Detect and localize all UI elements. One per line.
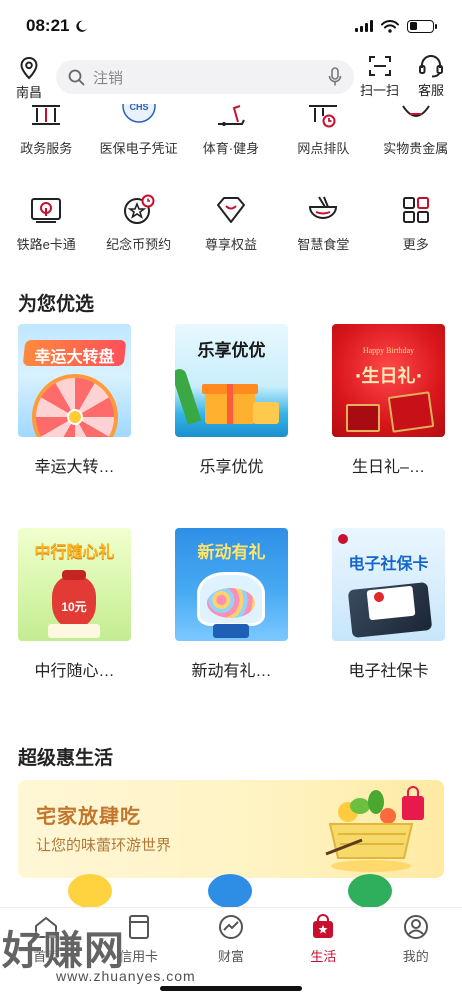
card-caption: 中行随心… bbox=[34, 663, 115, 680]
profile-icon bbox=[403, 915, 428, 939]
canteen-bowl-icon bbox=[309, 196, 338, 219]
wealth-chart-icon bbox=[218, 915, 243, 939]
life-bag-icon bbox=[313, 914, 334, 938]
service-more[interactable]: 更多 bbox=[370, 194, 462, 253]
service-government[interactable]: 政务服务 bbox=[0, 104, 92, 157]
diamond-icon bbox=[216, 197, 245, 223]
top-header: 南昌 注销 扫一扫 客服 bbox=[0, 52, 462, 102]
service-label: 实物贵金属 bbox=[383, 141, 449, 156]
recommend-card[interactable]: 中行随心礼 10元 中行随心… bbox=[18, 528, 131, 681]
location-selector[interactable]: 南昌 bbox=[0, 56, 58, 101]
card-caption: 幸运大转… bbox=[34, 459, 115, 476]
service-smart-canteen[interactable]: 智慧食堂 bbox=[277, 194, 369, 253]
card-art-text: 中行随心礼 bbox=[34, 542, 115, 561]
service-label: 客服 bbox=[418, 83, 445, 98]
xindong-gift-image: 新动有礼 bbox=[175, 528, 288, 641]
life-section-title: 超级惠生活 bbox=[18, 748, 114, 769]
service-label: 医保电子凭证 bbox=[99, 141, 178, 156]
treadmill-icon bbox=[217, 105, 245, 126]
watermark-url: www.zhuanyes.com bbox=[56, 968, 196, 984]
search-placeholder: 注销 bbox=[93, 69, 124, 87]
service-label: 体育·健身 bbox=[202, 141, 260, 156]
card-caption: 新动有礼… bbox=[191, 663, 272, 680]
scan-button[interactable]: 扫一扫 bbox=[360, 54, 399, 99]
service-label: 纪念币预约 bbox=[106, 237, 172, 252]
service-label: 网点排队 bbox=[297, 141, 350, 156]
service-label: 铁路e卡通 bbox=[16, 237, 76, 252]
more-grid-icon bbox=[402, 197, 429, 223]
commemorative-coin-icon bbox=[123, 194, 155, 224]
service-precious-metal[interactable]: 实物贵金属 bbox=[370, 104, 462, 157]
promo-banner[interactable]: 宅家放肆吃 让您的味蕾环游世界 bbox=[18, 780, 444, 878]
card-caption: 乐享优优 bbox=[199, 459, 264, 476]
card-art-text: 幸运大转盘 bbox=[34, 347, 115, 366]
service-commemorative-coin[interactable]: 纪念币预约 bbox=[92, 194, 184, 253]
service-label: 政务服务 bbox=[20, 141, 73, 156]
recommend-card[interactable]: 幸运大转盘 幸运大转… bbox=[18, 324, 131, 477]
location-label: 南昌 bbox=[15, 85, 42, 100]
tab-profile[interactable]: 我的 bbox=[370, 908, 462, 1000]
service-row-1: 政务服务 CHS 医保电子凭证 体育·健身 网点排队 实物贵金属 bbox=[0, 104, 462, 157]
boc-gift-image: 中行随心礼 10元 bbox=[18, 528, 131, 641]
chs-medical-insurance-icon: CHS bbox=[121, 104, 156, 123]
recommend-card[interactable]: 电子社保卡 电子社保卡 bbox=[332, 528, 445, 681]
recommend-card[interactable]: 新动有礼 新动有礼… bbox=[175, 528, 288, 681]
service-label: 智慧食堂 bbox=[297, 237, 350, 252]
home-indicator[interactable] bbox=[160, 986, 302, 991]
service-exclusive-benefits[interactable]: 尊享权益 bbox=[185, 194, 277, 253]
service-label: 尊享权益 bbox=[204, 237, 257, 252]
status-bar: 08:21 bbox=[0, 0, 462, 52]
recommend-card[interactable]: 乐享优优 乐享优优 bbox=[175, 324, 288, 477]
microphone-icon[interactable] bbox=[328, 67, 342, 87]
branch-queue-icon bbox=[309, 105, 338, 128]
government-building-icon bbox=[32, 105, 61, 125]
card-caption: 生日礼–… bbox=[352, 459, 425, 476]
card-art-subtext: 10元 bbox=[61, 600, 87, 614]
card-art-text: 电子社保卡 bbox=[348, 554, 429, 573]
card-caption: 电子社保卡 bbox=[348, 663, 429, 680]
tab-label: 生活 bbox=[310, 949, 337, 964]
service-row-2: 铁路e卡通 纪念币预约 尊享权益 智慧食堂 更多 bbox=[0, 194, 462, 253]
banner-subtitle: 让您的味蕾环游世界 bbox=[36, 837, 172, 854]
search-bar[interactable]: 注销 bbox=[56, 60, 354, 94]
customer-service-button[interactable]: 客服 bbox=[418, 54, 444, 99]
card-art-text: 新动有礼 bbox=[197, 543, 266, 563]
lucky-wheel-image: 幸运大转盘 bbox=[18, 324, 131, 437]
recommend-card[interactable]: Happy Birthday ·生日礼· 生日礼–… bbox=[332, 324, 445, 477]
chs-badge-text: CHS bbox=[129, 104, 148, 112]
status-time: 08:21 bbox=[26, 16, 88, 36]
credit-card-icon bbox=[128, 915, 149, 939]
wifi-icon bbox=[381, 19, 399, 33]
lexiang-youyou-image: 乐享优优 bbox=[175, 324, 288, 437]
card-art-text: ·生日礼· bbox=[354, 366, 423, 387]
cellular-signal-icon bbox=[355, 20, 373, 32]
birthday-gift-image: Happy Birthday ·生日礼· bbox=[332, 324, 445, 437]
tab-label: 财富 bbox=[217, 949, 244, 964]
banner-title: 宅家放肆吃 bbox=[36, 806, 141, 828]
grocery-basket-icon bbox=[325, 786, 424, 872]
card-art-text: 乐享优优 bbox=[197, 341, 266, 361]
tab-label: 我的 bbox=[402, 949, 429, 964]
headset-icon bbox=[419, 55, 443, 78]
moon-icon bbox=[76, 20, 88, 32]
railway-card-icon bbox=[31, 198, 62, 223]
scan-label: 扫一扫 bbox=[360, 83, 400, 98]
below-banner-area bbox=[18, 874, 444, 908]
location-pin-icon bbox=[20, 56, 38, 80]
service-medical-insurance[interactable]: CHS 医保电子凭证 bbox=[92, 104, 184, 157]
clock-text: 08:21 bbox=[26, 16, 70, 35]
service-railway-card[interactable]: 铁路e卡通 bbox=[0, 194, 92, 253]
scan-icon bbox=[368, 56, 391, 76]
service-branch-queue[interactable]: 网点排队 bbox=[277, 104, 369, 157]
battery-icon bbox=[407, 19, 437, 33]
social-security-card-image: 电子社保卡 bbox=[332, 528, 445, 641]
recommend-section-title: 为您优选 bbox=[18, 294, 95, 315]
service-sports-fitness[interactable]: 体育·健身 bbox=[185, 104, 277, 157]
search-icon bbox=[68, 69, 85, 85]
service-label: 更多 bbox=[402, 237, 429, 252]
precious-metal-icon bbox=[401, 105, 430, 117]
